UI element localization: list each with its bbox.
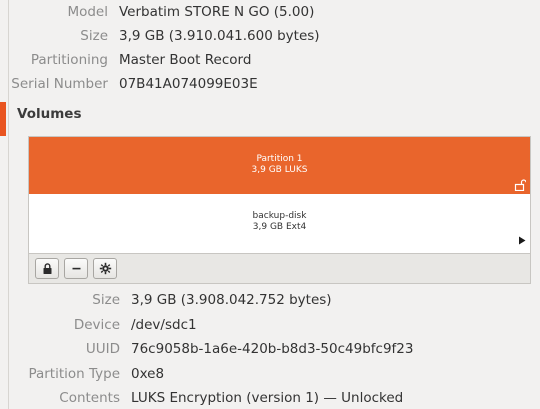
volume-contents-value: LUKS Encryption (version 1) — Unlocked (131, 390, 404, 406)
partition-name: Partition 1 (256, 154, 303, 164)
volume-partition-type-label: Partition Type (28, 366, 120, 382)
volume-map: Partition 1 3,9 GB LUKS backup-disk 3,9 … (28, 136, 531, 254)
drive-size-value: 3,9 GB (3.910.041.600 bytes) (119, 28, 320, 44)
filesystem-block[interactable]: backup-disk 3,9 GB Ext4 (29, 194, 530, 253)
drive-serial-value: 07B41A074099E03E (119, 76, 258, 92)
drive-partitioning-row: Partitioning Master Boot Record (0, 49, 540, 71)
gear-icon (99, 262, 112, 275)
unlocked-icon (514, 179, 526, 191)
drive-size-label: Size (80, 28, 108, 44)
partition-block[interactable]: Partition 1 3,9 GB LUKS (29, 137, 530, 194)
volume-contents-label: Contents (59, 390, 120, 406)
partition-options-button[interactable] (93, 258, 117, 279)
volume-device-label: Device (73, 317, 120, 333)
drive-model-row: Model Verbatim STORE N GO (5.00) (0, 1, 540, 23)
volume-size-row: Size 3,9 GB (3.908.042.752 bytes) (0, 289, 540, 311)
volume-size-value: 3,9 GB (3.908.042.752 bytes) (131, 292, 332, 308)
volume-partition-type-value: 0xe8 (131, 366, 165, 382)
volume-device-value: /dev/sdc1 (131, 317, 197, 333)
filesystem-name: backup-disk (252, 211, 307, 221)
drive-model-value: Verbatim STORE N GO (5.00) (119, 4, 315, 20)
drive-partitioning-label: Partitioning (30, 52, 108, 68)
drive-size-row: Size 3,9 GB (3.910.041.600 bytes) (0, 25, 540, 47)
remove-partition-button[interactable] (64, 258, 88, 279)
drive-serial-label: Serial Number (11, 76, 108, 92)
drive-serial-row: Serial Number 07B41A074099E03E (0, 73, 540, 95)
filesystem-detail: 3,9 GB Ext4 (252, 222, 307, 232)
drive-partitioning-value: Master Boot Record (119, 52, 252, 68)
volume-contents-row: Contents LUKS Encryption (version 1) — U… (0, 387, 540, 409)
play-arrow-icon (519, 236, 526, 245)
drive-model-label: Model (67, 4, 108, 20)
lock-icon (43, 263, 52, 274)
volume-uuid-value: 76c9058b-1a6e-420b-b8d3-50c49bfc9f23 (131, 341, 414, 357)
volume-size-label: Size (92, 292, 120, 308)
sidebar-selection-indicator (0, 102, 6, 136)
volume-toolbar (28, 254, 531, 284)
volumes-heading: Volumes (17, 106, 82, 122)
volume-partition-type-row: Partition Type 0xe8 (0, 363, 540, 385)
lock-button[interactable] (35, 258, 59, 279)
partition-detail: 3,9 GB LUKS (251, 165, 308, 175)
volume-device-row: Device /dev/sdc1 (0, 314, 540, 336)
minus-icon (72, 267, 81, 270)
volume-uuid-row: UUID 76c9058b-1a6e-420b-b8d3-50c49bfc9f2… (0, 338, 540, 360)
volume-uuid-label: UUID (85, 341, 120, 357)
